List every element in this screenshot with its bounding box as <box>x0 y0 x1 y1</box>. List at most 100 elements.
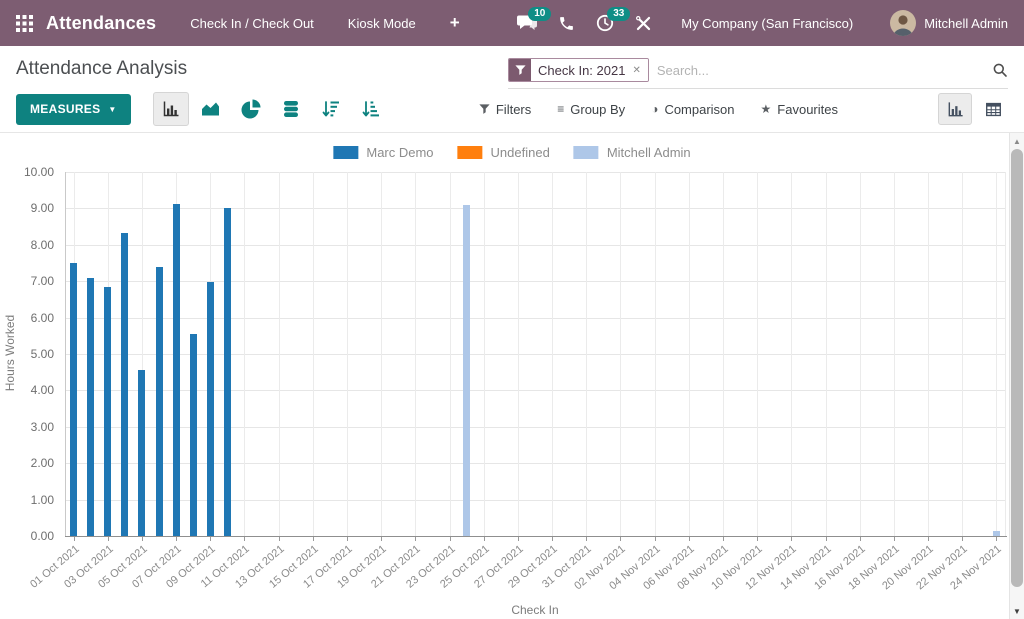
v-gridline <box>518 172 519 536</box>
graph-view-button[interactable] <box>938 93 972 125</box>
app-name[interactable]: Attendances <box>46 13 156 34</box>
favourites-star-icon: ★ <box>761 102 772 116</box>
view-switcher <box>938 93 1008 125</box>
search-input[interactable] <box>657 63 984 78</box>
company-menu[interactable]: My Company (San Francisco) <box>681 16 853 31</box>
activities-button[interactable]: 33 <box>596 14 614 32</box>
messages-badge: 10 <box>528 7 551 21</box>
debug-tools-button[interactable] <box>635 15 652 32</box>
caret-down-icon: ▼ <box>108 105 116 114</box>
menu-check-in-check-out[interactable]: Check In / Check Out <box>190 16 314 31</box>
search-facet[interactable]: Check In: 2021 ✕ <box>508 58 649 82</box>
h-gridline <box>65 208 1005 209</box>
measures-button[interactable]: MEASURES ▼ <box>16 94 131 125</box>
vertical-scrollbar[interactable]: ▲ ▼ <box>1009 133 1024 619</box>
messages-button[interactable]: 10 <box>517 14 537 32</box>
v-gridline <box>757 172 758 536</box>
legend-item-undefined[interactable]: Undefined <box>458 145 550 160</box>
search-bar: Check In: 2021 ✕ <box>508 58 1008 89</box>
y-tick-label: 10.00 <box>8 165 54 179</box>
v-gridline <box>826 172 827 536</box>
plot-right-edge <box>1005 172 1006 536</box>
filters-menu[interactable]: Filters <box>479 102 531 117</box>
database-stack-icon <box>281 99 301 119</box>
bar-marc-demo[interactable] <box>173 204 180 536</box>
v-gridline <box>552 172 553 536</box>
v-gridline <box>928 172 929 536</box>
sort-asc-icon <box>361 99 381 119</box>
chart-type-group <box>153 92 389 126</box>
comparison-menu[interactable]: ◑ Comparison <box>651 102 734 117</box>
bar-mitchell-admin[interactable] <box>993 531 1000 536</box>
bar-marc-demo[interactable] <box>104 287 111 536</box>
chart-region: Marc DemoUndefinedMitchell Admin 0.001.0… <box>0 133 1024 619</box>
tools-icon <box>635 15 652 32</box>
chart-toolbar-right: Filters ≡ Group By ◑ Comparison ★ Favour… <box>479 93 1008 125</box>
h-gridline <box>65 245 1005 246</box>
facet-close-icon[interactable]: ✕ <box>632 59 647 81</box>
bar-marc-demo[interactable] <box>70 263 77 536</box>
bar-marc-demo[interactable] <box>87 278 94 536</box>
bar-mitchell-admin[interactable] <box>463 205 470 536</box>
apps-menu-button[interactable] <box>16 15 33 32</box>
legend-item-mitchell-admin[interactable]: Mitchell Admin <box>574 145 691 160</box>
scroll-up-icon[interactable]: ▲ <box>1010 137 1024 146</box>
y-tick-label: 8.00 <box>8 238 54 252</box>
scrollbar-thumb[interactable] <box>1011 149 1023 587</box>
sort-ascending-button[interactable] <box>353 92 389 126</box>
v-gridline <box>415 172 416 536</box>
x-axis-title: Check In <box>495 603 575 617</box>
user-name: Mitchell Admin <box>924 16 1008 31</box>
menu-kiosk-mode[interactable]: Kiosk Mode <box>348 16 416 31</box>
bar-marc-demo[interactable] <box>190 334 197 536</box>
v-gridline <box>620 172 621 536</box>
favourites-menu[interactable]: ★ Favourites <box>761 102 838 117</box>
pie-chart-mode-button[interactable] <box>233 92 269 126</box>
pivot-view-icon <box>985 101 1002 118</box>
apps-grid-icon <box>16 15 33 32</box>
navbar-menus: Check In / Check Out Kiosk Mode + <box>190 13 459 33</box>
v-gridline <box>962 172 963 536</box>
y-axis-line <box>65 172 66 536</box>
stacked-toggle-button[interactable] <box>273 92 309 126</box>
sort-descending-button[interactable] <box>313 92 349 126</box>
legend-swatch <box>458 146 483 159</box>
y-tick-label: 7.00 <box>8 274 54 288</box>
bar-chart-mode-button[interactable] <box>153 92 189 126</box>
app-window: Attendances Check In / Check Out Kiosk M… <box>0 0 1024 619</box>
v-gridline <box>894 172 895 536</box>
page-title: Attendance Analysis <box>16 58 187 80</box>
v-gridline <box>313 172 314 536</box>
bar-marc-demo[interactable] <box>224 208 231 536</box>
v-gridline <box>689 172 690 536</box>
scroll-down-icon[interactable]: ▼ <box>1010 607 1024 616</box>
pivot-view-button[interactable] <box>978 93 1008 125</box>
chart-toolbar-left: MEASURES ▼ <box>16 92 389 126</box>
legend-label: Marc Demo <box>366 145 433 160</box>
legend-label: Undefined <box>491 145 550 160</box>
line-chart-mode-button[interactable] <box>193 92 229 126</box>
y-tick-label: 1.00 <box>8 493 54 507</box>
bar-marc-demo[interactable] <box>121 233 128 536</box>
v-gridline <box>723 172 724 536</box>
plus-menu-button[interactable]: + <box>450 13 460 33</box>
group-by-menu[interactable]: ≡ Group By <box>557 102 625 117</box>
graph-view-icon <box>946 100 965 119</box>
search-icon[interactable] <box>992 62 1008 78</box>
filter-funnel-icon <box>509 59 531 81</box>
bar-chart-icon <box>161 99 181 119</box>
calls-button[interactable] <box>558 15 575 32</box>
top-navbar: Attendances Check In / Check Out Kiosk M… <box>0 0 1024 46</box>
area-chart-icon <box>200 99 221 119</box>
v-gridline <box>655 172 656 536</box>
bar-marc-demo[interactable] <box>156 267 163 536</box>
y-tick-label: 3.00 <box>8 420 54 434</box>
legend-item-marc-demo[interactable]: Marc Demo <box>333 145 433 160</box>
user-menu[interactable]: Mitchell Admin <box>890 10 1008 36</box>
bar-marc-demo[interactable] <box>207 282 214 536</box>
x-tick-label: 01 Oct 2021 <box>18 543 81 598</box>
bar-marc-demo[interactable] <box>138 370 145 536</box>
group-by-icon: ≡ <box>557 102 564 116</box>
user-avatar <box>890 10 916 36</box>
phone-icon <box>558 15 575 32</box>
